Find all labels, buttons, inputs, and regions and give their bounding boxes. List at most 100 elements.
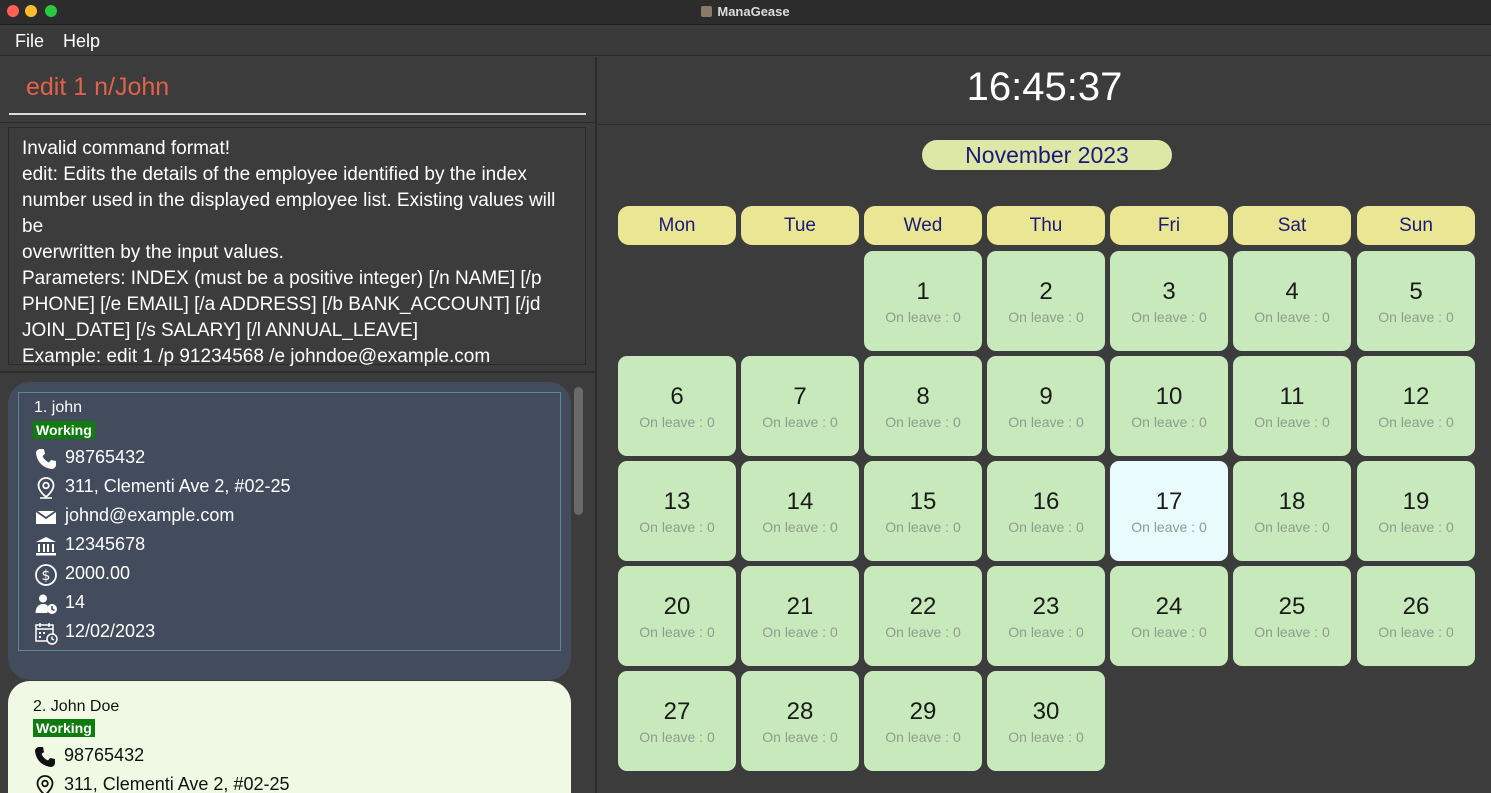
result-line: PHONE] [/e EMAIL] [/a ADDRESS] [/b BANK_… xyxy=(22,294,541,315)
calendar-day[interactable]: 4 On leave : 0 xyxy=(1233,251,1351,351)
on-leave-count: On leave : 0 xyxy=(885,624,961,640)
calendar-day[interactable]: 15 On leave : 0 xyxy=(864,461,982,561)
calendar-day[interactable]: 20 On leave : 0 xyxy=(618,566,736,666)
menu-bar: File Help xyxy=(0,26,1491,56)
window-title-text: ManaGease xyxy=(717,4,790,19)
on-leave-count: On leave : 0 xyxy=(1254,414,1330,430)
calendar-day[interactable]: 26 On leave : 0 xyxy=(1357,566,1475,666)
on-leave-count: On leave : 0 xyxy=(639,624,715,640)
calendar-day[interactable]: 16 On leave : 0 xyxy=(987,461,1105,561)
day-number: 12 xyxy=(1402,383,1430,410)
right-panel: 16:45:37 November 2023 Mon Tue Wed Thu Fri Sa… xyxy=(598,57,1491,793)
list-scrollbar[interactable] xyxy=(571,385,585,791)
day-number: 7 xyxy=(793,383,807,410)
day-number: 24 xyxy=(1155,593,1183,620)
on-leave-count: On leave : 0 xyxy=(1008,309,1084,325)
calendar-day[interactable]: 22 On leave : 0 xyxy=(864,566,982,666)
phone-icon xyxy=(35,747,55,767)
calendar-day[interactable]: 5 On leave : 0 xyxy=(1357,251,1475,351)
left-panel: edit 1 n/John Invalid command format! edi… xyxy=(0,57,597,793)
calendar-day[interactable]: 7 On leave : 0 xyxy=(741,356,859,456)
calendar-day[interactable]: 21 On leave : 0 xyxy=(741,566,859,666)
calendar-day[interactable]: 30 On leave : 0 xyxy=(987,671,1105,771)
calendar-day[interactable]: 8 On leave : 0 xyxy=(864,356,982,456)
calendar-day[interactable]: 13 On leave : 0 xyxy=(618,461,736,561)
employee-card-selected[interactable]: 1. john Working 98765432 311, Clementi A… xyxy=(8,382,571,680)
divider xyxy=(598,124,1491,125)
day-number: 16 xyxy=(1032,488,1060,515)
weekday-thu: Thu xyxy=(987,206,1105,245)
day-number: 28 xyxy=(786,698,814,725)
calendar-day[interactable]: 14 On leave : 0 xyxy=(741,461,859,561)
on-leave-count: On leave : 0 xyxy=(885,309,961,325)
day-number: 15 xyxy=(909,488,937,515)
day-number: 20 xyxy=(663,593,691,620)
salary-value: 2000.00 xyxy=(65,563,131,583)
address-value: 311, Clementi Ave 2, #02-25 xyxy=(65,476,291,496)
on-leave-count: On leave : 0 xyxy=(639,519,715,535)
day-number: 27 xyxy=(663,698,691,725)
on-leave-count: On leave : 0 xyxy=(1378,624,1454,640)
day-number: 13 xyxy=(663,488,691,515)
scrollbar-thumb[interactable] xyxy=(574,387,583,515)
employee-name: 1. john xyxy=(34,399,83,416)
title-bar: ManaGease xyxy=(0,0,1491,25)
address-value: 311, Clementi Ave 2, #02-25 xyxy=(64,774,290,793)
join-date-value: 12/02/2023 xyxy=(65,621,156,641)
calendar-day[interactable]: 1 On leave : 0 xyxy=(864,251,982,351)
on-leave-count: On leave : 0 xyxy=(762,519,838,535)
calendar-day[interactable]: 6 On leave : 0 xyxy=(618,356,736,456)
day-number: 26 xyxy=(1402,593,1430,620)
command-input[interactable]: edit 1 n/John xyxy=(9,67,586,115)
result-line: overwritten by the input values. xyxy=(22,242,284,263)
day-number: 21 xyxy=(786,593,814,620)
day-number: 19 xyxy=(1402,488,1430,515)
calendar-day[interactable]: 25 On leave : 0 xyxy=(1233,566,1351,666)
on-leave-count: On leave : 0 xyxy=(1131,414,1207,430)
day-number: 3 xyxy=(1162,278,1176,305)
email-icon xyxy=(35,510,57,524)
on-leave-count: On leave : 0 xyxy=(1008,624,1084,640)
day-number: 2 xyxy=(1039,278,1053,305)
calendar-day[interactable]: 28 On leave : 0 xyxy=(741,671,859,771)
calendar-day[interactable]: 10 On leave : 0 xyxy=(1110,356,1228,456)
on-leave-count: On leave : 0 xyxy=(1131,519,1207,535)
on-leave-count: On leave : 0 xyxy=(1008,729,1084,745)
calendar-day[interactable]: 11 On leave : 0 xyxy=(1233,356,1351,456)
calendar-day-today[interactable]: 17 On leave : 0 xyxy=(1110,461,1228,561)
calendar-day[interactable]: 29 On leave : 0 xyxy=(864,671,982,771)
menu-help[interactable]: Help xyxy=(63,31,100,52)
day-number: 4 xyxy=(1285,278,1299,305)
day-number: 5 xyxy=(1409,278,1423,305)
location-icon xyxy=(37,477,55,499)
menu-file[interactable]: File xyxy=(15,31,44,52)
on-leave-count: On leave : 0 xyxy=(762,414,838,430)
calendar-day[interactable]: 24 On leave : 0 xyxy=(1110,566,1228,666)
month-label: November 2023 xyxy=(922,140,1172,170)
calendar-day[interactable]: 27 On leave : 0 xyxy=(618,671,736,771)
employee-name: 2. John Doe xyxy=(33,698,120,715)
location-icon xyxy=(36,775,54,793)
calendar-day[interactable]: 3 On leave : 0 xyxy=(1110,251,1228,351)
on-leave-count: On leave : 0 xyxy=(1131,309,1207,325)
result-line: Invalid command format! xyxy=(22,138,231,159)
calendar-day[interactable]: 23 On leave : 0 xyxy=(987,566,1105,666)
calendar-day[interactable]: 19 On leave : 0 xyxy=(1357,461,1475,561)
on-leave-count: On leave : 0 xyxy=(762,624,838,640)
result-line: edit: Edits the details of the employee … xyxy=(22,164,527,185)
calendar-day[interactable]: 12 On leave : 0 xyxy=(1357,356,1475,456)
day-number: 30 xyxy=(1032,698,1060,725)
day-number: 1 xyxy=(916,278,930,305)
phone-value: 98765432 xyxy=(64,745,145,765)
calendar-day[interactable]: 9 On leave : 0 xyxy=(987,356,1105,456)
calendar-day[interactable]: 2 On leave : 0 xyxy=(987,251,1105,351)
result-line: Parameters: INDEX (must be a positive in… xyxy=(22,268,542,289)
on-leave-count: On leave : 0 xyxy=(1008,519,1084,535)
on-leave-count: On leave : 0 xyxy=(1254,519,1330,535)
on-leave-count: On leave : 0 xyxy=(1008,414,1084,430)
employee-list[interactable]: 1. john Working 98765432 311, Clementi A… xyxy=(0,373,595,793)
employee-card[interactable]: 2. John Doe Working 98765432 311, Clemen… xyxy=(8,681,571,793)
day-number: 17 xyxy=(1155,488,1183,515)
calendar-day[interactable]: 18 On leave : 0 xyxy=(1233,461,1351,561)
weekday-wed: Wed xyxy=(864,206,982,245)
